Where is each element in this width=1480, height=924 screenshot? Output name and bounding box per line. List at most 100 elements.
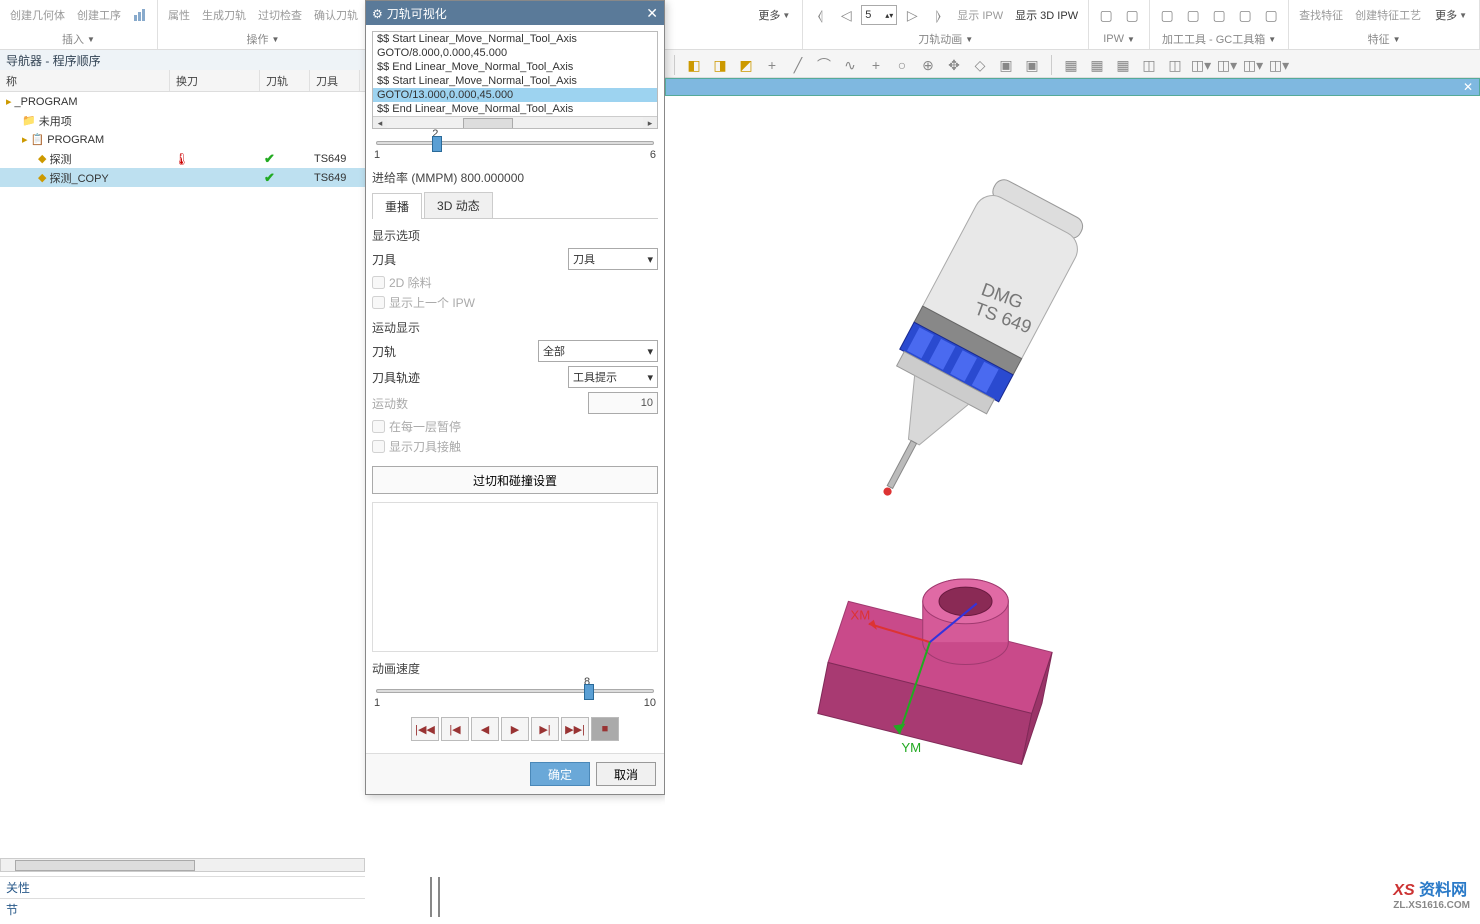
bottom-sec-2[interactable]: 节	[0, 898, 365, 920]
goto-start-button[interactable]: |◀◀	[411, 717, 439, 741]
table-row[interactable]: ▸ 📋 PROGRAM	[0, 130, 365, 149]
code-line[interactable]: GOTO/13.000,0.000,45.000	[373, 88, 657, 102]
curve-icon[interactable]: ∿	[839, 54, 861, 76]
skip-start-icon[interactable]: ⦉	[809, 4, 831, 26]
gen-path-btn[interactable]: 生成刀轨	[198, 5, 250, 25]
grid-icon-3[interactable]: ▦	[1112, 54, 1134, 76]
show-ipw-btn[interactable]: 显示 IPW	[953, 5, 1007, 25]
next-frame-button[interactable]: ▶|	[531, 717, 559, 741]
cube-icon-1[interactable]: ◧	[683, 54, 705, 76]
ipw-icon-2[interactable]: ▢	[1121, 4, 1143, 26]
gouge-check-btn[interactable]: 过切检查	[254, 5, 306, 25]
dialog-titlebar[interactable]: ⚙刀轨可视化 ✕	[366, 1, 664, 25]
skip-end-icon[interactable]: ⦊	[927, 4, 949, 26]
box-icon-2[interactable]: ◫	[1164, 54, 1186, 76]
nc-code-list[interactable]: $$ Start Linear_Move_Normal_Tool_AxisGOT…	[372, 31, 658, 129]
ipw-icon-1[interactable]: ▢	[1095, 4, 1117, 26]
goto-end-button[interactable]: ▶▶|	[561, 717, 589, 741]
col-tool-change[interactable]: 换刀	[170, 70, 260, 91]
chevron-down-icon[interactable]: ▼	[1268, 35, 1276, 44]
hscroll-thumb[interactable]	[15, 860, 195, 871]
plus-icon[interactable]: +	[761, 54, 783, 76]
solid-icon-2[interactable]: ▣	[1021, 54, 1043, 76]
code-line[interactable]: $$ Start Linear_Move_Normal_Tool_Axis	[373, 32, 657, 46]
show-3d-ipw-btn[interactable]: 显示 3D IPW	[1011, 5, 1082, 25]
cancel-button[interactable]: 取消	[596, 762, 656, 786]
code-hscroll-thumb[interactable]	[463, 118, 513, 129]
bottom-sec-1[interactable]: 关性	[0, 876, 365, 898]
grid-icon-1[interactable]: ▦	[1060, 54, 1082, 76]
create-feat-btn[interactable]: 创建特征工艺	[1351, 5, 1425, 25]
resize-handle[interactable]	[430, 877, 440, 917]
close-icon[interactable]: ✕	[646, 5, 658, 22]
code-line[interactable]: $$ Start Linear_Move_Normal_Tool_Axis	[373, 74, 657, 88]
gc-icon-3[interactable]: ▢	[1208, 4, 1230, 26]
step-fwd-icon[interactable]: ▷	[901, 4, 923, 26]
col-tool[interactable]: 刀具	[310, 70, 360, 91]
col-path[interactable]: 刀轨	[260, 70, 310, 91]
stop-button[interactable]: ■	[591, 717, 619, 741]
hscrollbar[interactable]	[0, 858, 365, 872]
code-line[interactable]: $$ End Linear_Move_Normal_Tool_Axis	[373, 102, 657, 116]
chart-icon[interactable]	[129, 4, 151, 26]
box-icon-1[interactable]: ◫	[1138, 54, 1160, 76]
table-row[interactable]: 📁 未用项	[0, 111, 365, 130]
find-feat-btn[interactable]: 查找特征	[1295, 5, 1347, 25]
prev-frame-button[interactable]: |◀	[441, 717, 469, 741]
collision-settings-button[interactable]: 过切和碰撞设置	[372, 466, 658, 494]
gc-icon-4[interactable]: ▢	[1234, 4, 1256, 26]
table-row[interactable]: ▸ _PROGRAM	[0, 92, 365, 111]
chevron-down-icon[interactable]: ▼	[965, 35, 973, 44]
chevron-down-icon[interactable]: ▼	[1393, 35, 1401, 44]
solid-icon-1[interactable]: ▣	[995, 54, 1017, 76]
confirm-path-btn[interactable]: 确认刀轨	[310, 5, 362, 25]
3d-viewport[interactable]: ✕ XM YM	[665, 78, 1480, 921]
target-icon[interactable]: ⊕	[917, 54, 939, 76]
diamond-icon[interactable]: ◇	[969, 54, 991, 76]
speed-slider-thumb[interactable]	[584, 684, 594, 700]
code-line[interactable]: $$ End Linear_Move_Normal_Tool_Axis	[373, 60, 657, 74]
play-back-button[interactable]: ◀	[471, 717, 499, 741]
chevron-down-icon[interactable]: ▼	[87, 35, 95, 44]
dd-icon-3[interactable]: ◫▾	[1242, 54, 1264, 76]
position-slider[interactable]: 2	[376, 141, 654, 145]
circle-icon[interactable]: ○	[891, 54, 913, 76]
trace-select[interactable]: 工具提示▾	[568, 366, 658, 388]
step-back-icon[interactable]: ◁	[835, 4, 857, 26]
move-icon[interactable]: ✥	[943, 54, 965, 76]
cube-icon-3[interactable]: ◩	[735, 54, 757, 76]
ok-button[interactable]: 确定	[530, 762, 590, 786]
tab-3d-dynamic[interactable]: 3D 动态	[424, 192, 493, 218]
line-icon[interactable]: ╱	[787, 54, 809, 76]
grid-icon-2[interactable]: ▦	[1086, 54, 1108, 76]
col-name[interactable]: 称	[0, 70, 170, 91]
create-op-btn[interactable]: 创建工序	[73, 5, 125, 25]
anim-step-input[interactable]: 5▴▾	[861, 5, 897, 25]
code-hscroll[interactable]: ◂ ▸	[373, 116, 657, 129]
tab-replay[interactable]: 重播	[372, 193, 422, 219]
cube-icon-2[interactable]: ◨	[709, 54, 731, 76]
gc-icon-1[interactable]: ▢	[1156, 4, 1178, 26]
viewport-close-icon[interactable]: ✕	[1457, 79, 1479, 95]
more-btn-1[interactable]: 更多▼	[752, 5, 796, 25]
scroll-left-arrow[interactable]: ◂	[373, 117, 387, 129]
table-row[interactable]: ◆ 探测🌡✔TS649	[0, 149, 365, 168]
navigator-body[interactable]: ▸ _PROGRAM📁 未用项▸ 📋 PROGRAM◆ 探测🌡✔TS649◆ 探…	[0, 92, 365, 772]
path-select[interactable]: 全部▾	[538, 340, 658, 362]
slider-thumb[interactable]	[432, 136, 442, 152]
props-btn[interactable]: 属性	[164, 5, 194, 25]
point-icon[interactable]: +	[865, 54, 887, 76]
arc-icon[interactable]: ⌒	[813, 54, 835, 76]
dd-icon-2[interactable]: ◫▾	[1216, 54, 1238, 76]
gc-icon-5[interactable]: ▢	[1260, 4, 1282, 26]
dd-icon-4[interactable]: ◫▾	[1268, 54, 1290, 76]
more-btn-2[interactable]: 更多▼	[1429, 5, 1473, 25]
create-geom-btn[interactable]: 创建几何体	[6, 5, 69, 25]
code-line[interactable]: GOTO/8.000,0.000,45.000	[373, 46, 657, 60]
chevron-down-icon[interactable]: ▼	[1127, 35, 1135, 44]
table-row[interactable]: ◆ 探测_COPY✔TS649	[0, 168, 365, 187]
speed-slider[interactable]: 8	[376, 689, 654, 693]
tool-select[interactable]: 刀具▾	[568, 248, 658, 270]
chevron-down-icon[interactable]: ▼	[272, 35, 280, 44]
play-button[interactable]: ▶	[501, 717, 529, 741]
